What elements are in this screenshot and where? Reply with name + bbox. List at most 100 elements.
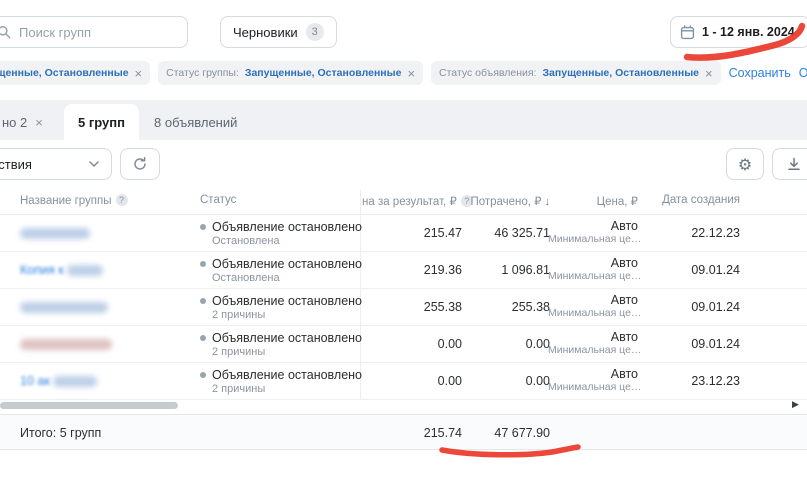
drafts-count-badge: 3 <box>306 23 324 41</box>
search-input[interactable] <box>19 25 177 40</box>
cost-per-result-value: 219.36 <box>362 263 462 277</box>
chevron-down-icon <box>89 161 99 167</box>
table-header: Название группы? Статус на за результат,… <box>0 190 807 215</box>
redacted-name <box>20 302 108 313</box>
chip-prefix: Статус группы: <box>166 67 239 79</box>
scroll-right-icon[interactable]: ▶ <box>792 399 799 410</box>
status-cell: Объявление остановлено Остановлена <box>200 220 362 247</box>
substatus: 2 причины <box>212 346 362 358</box>
created-date: 09.01.24 <box>662 337 740 351</box>
export-button[interactable] <box>772 148 807 180</box>
chip-value: Запущенные, Остановленные <box>542 67 699 79</box>
cost-per-result-value: 255.38 <box>362 300 462 314</box>
search-icon <box>0 25 11 39</box>
date-range-picker[interactable]: 1 - 12 янв. 2024 <box>670 16 807 48</box>
filter-chip-status[interactable]: Запущенные, Остановленные × <box>0 61 150 85</box>
refresh-button[interactable] <box>120 148 160 180</box>
spent-value: 46 325.71 <box>468 226 550 240</box>
cost-per-result-value: 0.00 <box>362 337 462 351</box>
created-date: 09.01.24 <box>662 300 740 314</box>
drafts-button[interactable]: Черновики 3 <box>220 16 337 48</box>
header-spent[interactable]: Потрачено, ₽↓ <box>468 194 550 208</box>
chip-value: Запущенные, Остановленные <box>0 67 129 79</box>
table-row: Объявление остановлено Остановлена 215.4… <box>0 215 807 252</box>
group-name-link[interactable]: 10 ак <box>20 374 97 388</box>
tab-label: 8 объявлений <box>154 115 237 130</box>
download-icon <box>786 156 802 172</box>
cost-per-result-value: 0.00 <box>362 374 462 388</box>
info-icon: ? <box>116 194 128 206</box>
close-icon[interactable]: × <box>705 67 713 80</box>
redacted-name <box>67 265 103 276</box>
header-price[interactable]: Цена, ₽ <box>548 194 638 208</box>
status-cell: Объявление остановлено Остановлена <box>200 257 362 284</box>
tab-label: 5 групп <box>78 115 125 130</box>
totals-label: Итого: 5 групп <box>20 426 101 440</box>
totals-spent: 47 677.90 <box>468 426 550 440</box>
status-dot-icon <box>200 298 206 304</box>
spent-value: 0.00 <box>468 374 550 388</box>
cost-per-result-value: 215.47 <box>362 226 462 240</box>
status-cell: Объявление остановлено 2 причины <box>200 294 362 321</box>
price-cell: Авто Минимальная це… <box>548 256 638 282</box>
horizontal-scrollbar[interactable] <box>0 402 178 409</box>
filter-chip-group-status[interactable]: Статус группы: Запущенные, Остановленные… <box>158 61 423 85</box>
status-dot-icon <box>200 224 206 230</box>
date-range-value: 1 - 12 янв. 2024 <box>702 25 795 39</box>
created-date: 23.12.23 <box>662 374 740 388</box>
group-name-link[interactable] <box>20 300 108 314</box>
chip-value: Запущенные, Остановленные <box>245 67 402 79</box>
tab-selected-filter[interactable]: но 2 × <box>0 104 57 140</box>
table-row: Объявление остановлено 2 причины 0.00 0.… <box>0 326 807 363</box>
tab-groups[interactable]: 5 групп <box>64 104 139 140</box>
filter-chips-row: Запущенные, Остановленные × Статус групп… <box>0 61 807 85</box>
status-dot-icon <box>200 372 206 378</box>
ads-manager-screen: Черновики 3 1 - 12 янв. 2024 Запущенные,… <box>0 0 807 487</box>
status-cell: Объявление остановлено 2 причины <box>200 368 362 395</box>
settings-button[interactable]: ⚙ <box>726 148 764 180</box>
filter-chip-ad-status[interactable]: Статус объявления: Запущенные, Остановле… <box>431 61 721 85</box>
header-cost-per-result[interactable]: на за результат, ₽? <box>362 194 462 208</box>
table-row: 10 ак Объявление остановлено 2 причины 0… <box>0 363 807 400</box>
group-name-link[interactable] <box>20 226 90 240</box>
refresh-icon <box>132 156 148 172</box>
redacted-name <box>20 339 112 350</box>
search-input-wrap <box>0 16 188 48</box>
save-filters-link[interactable]: Сохранить <box>729 66 791 80</box>
substatus: 2 причины <box>212 309 362 321</box>
tab-bar: но 2 × 5 групп 8 объявлений <box>0 100 807 140</box>
close-icon[interactable]: × <box>407 67 415 80</box>
spent-value: 255.38 <box>468 300 550 314</box>
substatus: Остановлена <box>212 235 362 247</box>
substatus: Остановлена <box>212 272 362 284</box>
substatus: 2 причины <box>212 383 362 395</box>
tab-label: но 2 <box>2 115 27 130</box>
clear-filters-link[interactable]: Очистить <box>799 66 807 80</box>
totals-row: Итого: 5 групп 215.74 47 677.90 <box>0 414 807 450</box>
header-status[interactable]: Статус <box>200 194 236 206</box>
close-icon[interactable]: × <box>135 67 143 80</box>
group-name-link[interactable] <box>20 337 112 351</box>
totals-cost-per-result: 215.74 <box>362 426 462 440</box>
table-row: Объявление остановлено 2 причины 255.38 … <box>0 289 807 326</box>
groups-table-body: Объявление остановлено Остановлена 215.4… <box>0 215 807 400</box>
tab-ads[interactable]: 8 объявлений <box>142 104 249 140</box>
created-date: 22.12.23 <box>662 226 740 240</box>
table-row: Копия к Объявление остановлено Остановле… <box>0 252 807 289</box>
status-dot-icon <box>200 261 206 267</box>
status-cell: Объявление остановлено 2 причины <box>200 331 362 358</box>
gear-icon: ⚙ <box>738 155 752 174</box>
price-cell: Авто Минимальная це… <box>548 219 638 245</box>
actions-dropdown[interactable]: Действия <box>0 148 112 180</box>
price-cell: Авто Минимальная це… <box>548 330 638 356</box>
close-icon[interactable]: × <box>35 115 43 130</box>
created-date: 09.01.24 <box>662 263 740 277</box>
spent-value: 1 096.81 <box>468 263 550 277</box>
header-group-name[interactable]: Название группы? <box>20 194 128 207</box>
header-created-date[interactable]: Дата создания <box>662 194 740 206</box>
spent-value: 0.00 <box>468 337 550 351</box>
group-name-link[interactable]: Копия к <box>20 263 103 277</box>
price-cell: Авто Минимальная це… <box>548 293 638 319</box>
actions-label: Действия <box>0 157 32 172</box>
redacted-name <box>20 228 90 239</box>
